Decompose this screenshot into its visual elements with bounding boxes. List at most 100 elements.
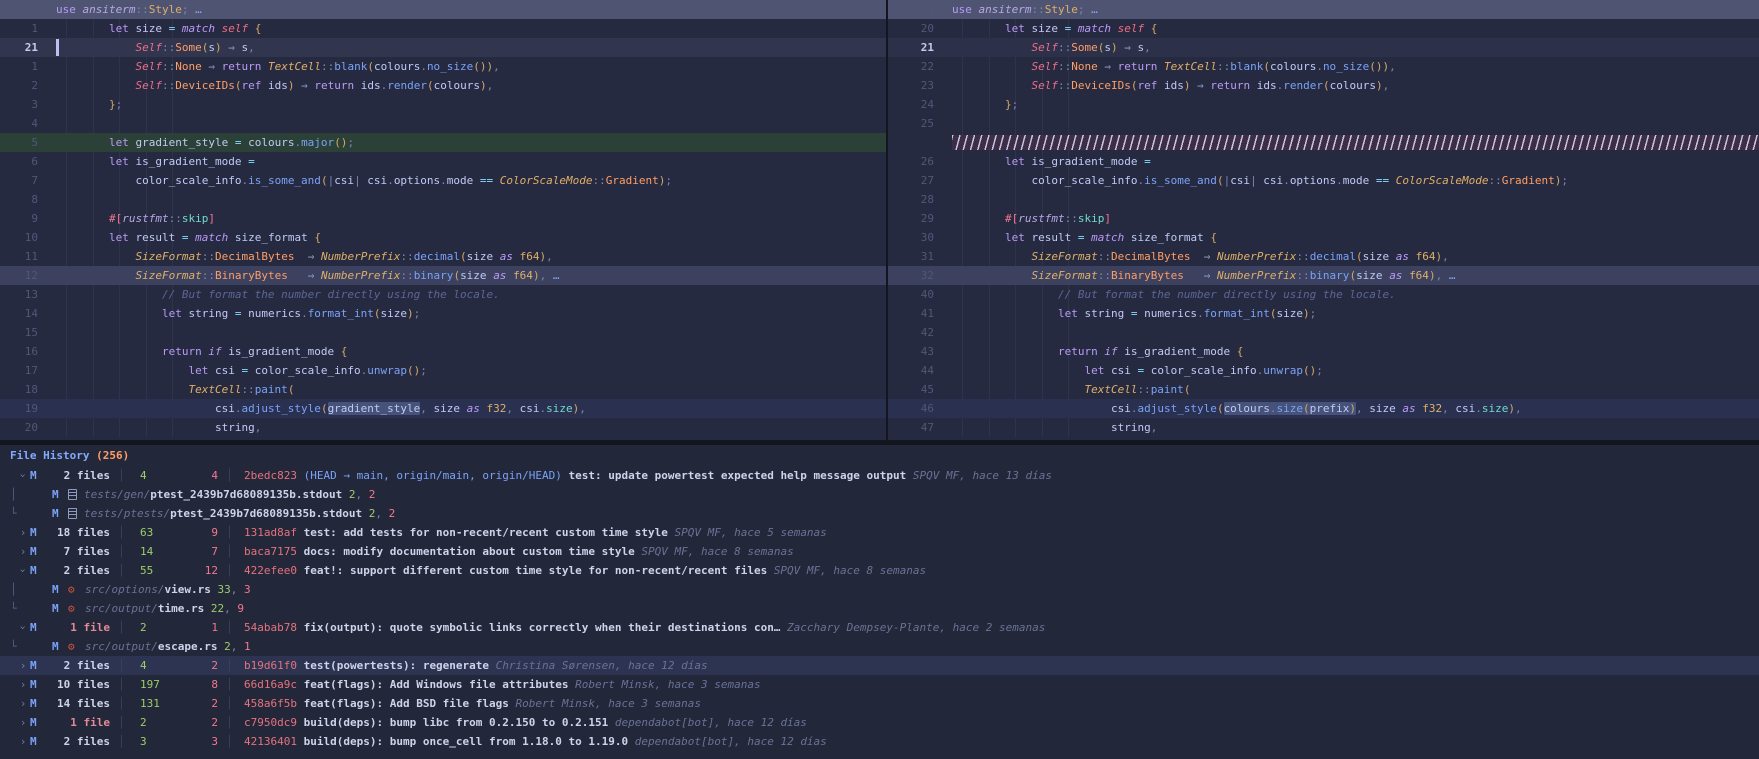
code-line[interactable]: 14 let string = numerics.format_int(size…	[0, 304, 886, 323]
changed-file-row[interactable]: │M⚙src/options/view.rs 33, 3	[0, 580, 1759, 599]
code-line[interactable]: 2use ansiterm::Style; …	[0, 0, 886, 19]
chevron-right-icon[interactable]: ›	[16, 694, 30, 713]
syntax-token: (	[460, 250, 467, 263]
code-line[interactable]: 7 color_scale_info.is_some_and(|csi| csi…	[0, 171, 886, 190]
code-line[interactable]: 31 SizeFormat::DecimalBytes ⇒ NumberPref…	[888, 247, 1759, 266]
chevron-right-icon[interactable]: ›	[16, 713, 30, 732]
code-line[interactable]: 18 TextCell::paint(	[0, 380, 886, 399]
file-history-panel[interactable]: File History (256) ›M2 files│44│2bedc823…	[0, 445, 1759, 759]
code-line[interactable]: 26 let is_gradient_mode =	[888, 152, 1759, 171]
syntax-token: is_gradient_mode	[1031, 155, 1144, 168]
code-line[interactable]: 13 // But format the number directly usi…	[0, 285, 886, 304]
code-line[interactable]: 17 let csi = color_scale_info.unwrap();	[0, 361, 886, 380]
commit-row[interactable]: ›M2 files│33│42136401 build(deps): bump …	[0, 732, 1759, 751]
code-line[interactable]: 6 let is_gradient_mode =	[0, 152, 886, 171]
code-line[interactable]: 47 string,	[888, 418, 1759, 437]
syntax-token: let	[1005, 22, 1032, 35]
changed-file-row[interactable]: └Mtests/ptests/ptest_2439b7d68089135b.st…	[0, 504, 1759, 523]
diff-left-pane[interactable]: 2use ansiterm::Style; …1 let size = matc…	[0, 0, 886, 440]
code-line[interactable]: 23 Self::DeviceIDs(ref ids) ⇒ return ids…	[888, 76, 1759, 95]
commit-row[interactable]: ›M10 files│1978│66d16a9c feat(flags): Ad…	[0, 675, 1759, 694]
chevron-right-icon[interactable]: ›	[16, 675, 30, 694]
code-line[interactable]: 44 let csi = color_scale_info.unwrap();	[888, 361, 1759, 380]
code-text: string,	[944, 418, 1157, 437]
code-line[interactable]: 1use ansiterm::Style; …	[888, 0, 1759, 19]
syntax-token: …	[553, 269, 560, 282]
commit-row[interactable]: ›M2 files│5512│422efee0 feat!: support d…	[0, 561, 1759, 580]
code-line[interactable]: 3 };	[0, 95, 886, 114]
syntax-token: string	[215, 421, 255, 434]
commit-row[interactable]: ›M7 files│147│baca7175 docs: modify docu…	[0, 542, 1759, 561]
chevron-down-icon[interactable]: ›	[14, 469, 33, 483]
additions-count: 14	[128, 542, 176, 561]
code-line[interactable]: 20 let size = match self {	[888, 19, 1759, 38]
code-line[interactable]: 11 SizeFormat::DecimalBytes ⇒ NumberPref…	[0, 247, 886, 266]
chevron-right-icon[interactable]: ›	[16, 523, 30, 542]
chevron-right-icon[interactable]: ›	[16, 732, 30, 751]
syntax-token: colours	[1224, 402, 1270, 415]
chevron-down-icon[interactable]: ›	[14, 564, 33, 578]
code-line[interactable]: 25	[888, 114, 1759, 133]
line-number: 1	[0, 57, 48, 76]
commit-row[interactable]: ›M1 file│22│c7950dc9 build(deps): bump l…	[0, 713, 1759, 732]
syntax-token: ,	[1151, 421, 1158, 434]
syntax-token: ref	[241, 79, 268, 92]
syntax-token: color_scale_info	[255, 364, 361, 377]
changed-file-row[interactable]: └M⚙src/output/time.rs 22, 9	[0, 599, 1759, 618]
syntax-token: Self	[1031, 79, 1058, 92]
chevron-right-icon[interactable]: ›	[16, 656, 30, 675]
commit-row[interactable]: ›M2 files│42│b19d61f0 test(powertests): …	[0, 656, 1759, 675]
code-text: Self::None ⇒ return TextCell::blank(colo…	[48, 57, 500, 76]
code-line[interactable]: 4	[0, 114, 886, 133]
code-line[interactable]: 45 TextCell::paint(	[888, 380, 1759, 399]
code-line[interactable]: 20 string,	[0, 418, 886, 437]
commit-row[interactable]: ›M14 files│1312│458a6f5b feat(flags): Ad…	[0, 694, 1759, 713]
syntax-token: .	[420, 60, 427, 73]
commit-message: test: update powertest expected help mes…	[569, 466, 913, 485]
diff-right-pane[interactable]: 1use ansiterm::Style; …20 let size = mat…	[888, 0, 1759, 440]
code-line[interactable]: 41 let string = numerics.format_int(size…	[888, 304, 1759, 323]
code-line[interactable]: 30 let result = match size_format {	[888, 228, 1759, 247]
code-line[interactable]: 43 return if is_gradient_mode {	[888, 342, 1759, 361]
syntax-token: .	[301, 307, 308, 320]
changed-file-row[interactable]: └M⚙src/output/escape.rs 2, 1	[0, 637, 1759, 656]
code-line[interactable]: 9 #[rustfmt::skip]	[0, 209, 886, 228]
code-line[interactable]: 24 };	[888, 95, 1759, 114]
code-line[interactable]: 40 // But format the number directly usi…	[888, 285, 1759, 304]
syntax-token: ::	[400, 250, 413, 263]
column-divider: │	[226, 618, 236, 637]
code-line[interactable]: 21 Self::Some(s) ⇒ s,	[0, 38, 886, 57]
syntax-token: (	[1270, 307, 1277, 320]
syntax-token	[56, 269, 135, 282]
syntax-token: NumberPrefix	[321, 250, 400, 263]
code-line[interactable]: 28	[888, 190, 1759, 209]
rust-file-icon: ⚙	[68, 599, 82, 618]
code-line[interactable]: 10 let result = match size_format {	[0, 228, 886, 247]
syntax-token: f64	[1409, 269, 1429, 282]
code-line[interactable]: 2 Self::DeviceIDs(ref ids) ⇒ return ids.…	[0, 76, 886, 95]
syntax-token: TextCell	[1164, 60, 1217, 73]
chevron-right-icon[interactable]: ›	[16, 542, 30, 561]
code-line[interactable]: 27 color_scale_info.is_some_and(|csi| cs…	[888, 171, 1759, 190]
code-line[interactable]: 22 Self::None ⇒ return TextCell::blank(c…	[888, 57, 1759, 76]
code-line[interactable]: 8	[0, 190, 886, 209]
code-line[interactable]: 21 Self::Some(s) ⇒ s,	[888, 38, 1759, 57]
code-line[interactable]: 29 #[rustfmt::skip]	[888, 209, 1759, 228]
code-line[interactable]: 16 return if is_gradient_mode {	[0, 342, 886, 361]
commit-row[interactable]: ›M1 file│21│54abab78 fix(output): quote …	[0, 618, 1759, 637]
commit-row[interactable]: ›M2 files│44│2bedc823 (HEAD → main, orig…	[0, 466, 1759, 485]
code-line[interactable]: 1 Self::None ⇒ return TextCell::blank(co…	[0, 57, 886, 76]
code-line[interactable]: 42	[888, 323, 1759, 342]
code-line[interactable]: 19 csi.adjust_style(gradient_style, size…	[0, 399, 886, 418]
code-line[interactable]: 46 csi.adjust_style(colours.size(prefix)…	[888, 399, 1759, 418]
code-line[interactable]: 32 SizeFormat::BinaryBytes ⇒ NumberPrefi…	[888, 266, 1759, 285]
code-line[interactable]: 15	[0, 323, 886, 342]
code-line[interactable]: 12 SizeFormat::BinaryBytes ⇒ NumberPrefi…	[0, 266, 886, 285]
diff-filler-line[interactable]	[888, 133, 1759, 152]
chevron-down-icon[interactable]: ›	[14, 621, 33, 635]
changed-file-row[interactable]: │Mtests/gen/ptest_2439b7d68089135b.stdou…	[0, 485, 1759, 504]
code-line[interactable]: 1 let size = match self {	[0, 19, 886, 38]
code-line[interactable]: 5 let gradient_style = colours.major();	[0, 133, 886, 152]
commit-row[interactable]: ›M18 files│639│131ad8af test: add tests …	[0, 523, 1759, 542]
syntax-token: ::	[1058, 79, 1071, 92]
